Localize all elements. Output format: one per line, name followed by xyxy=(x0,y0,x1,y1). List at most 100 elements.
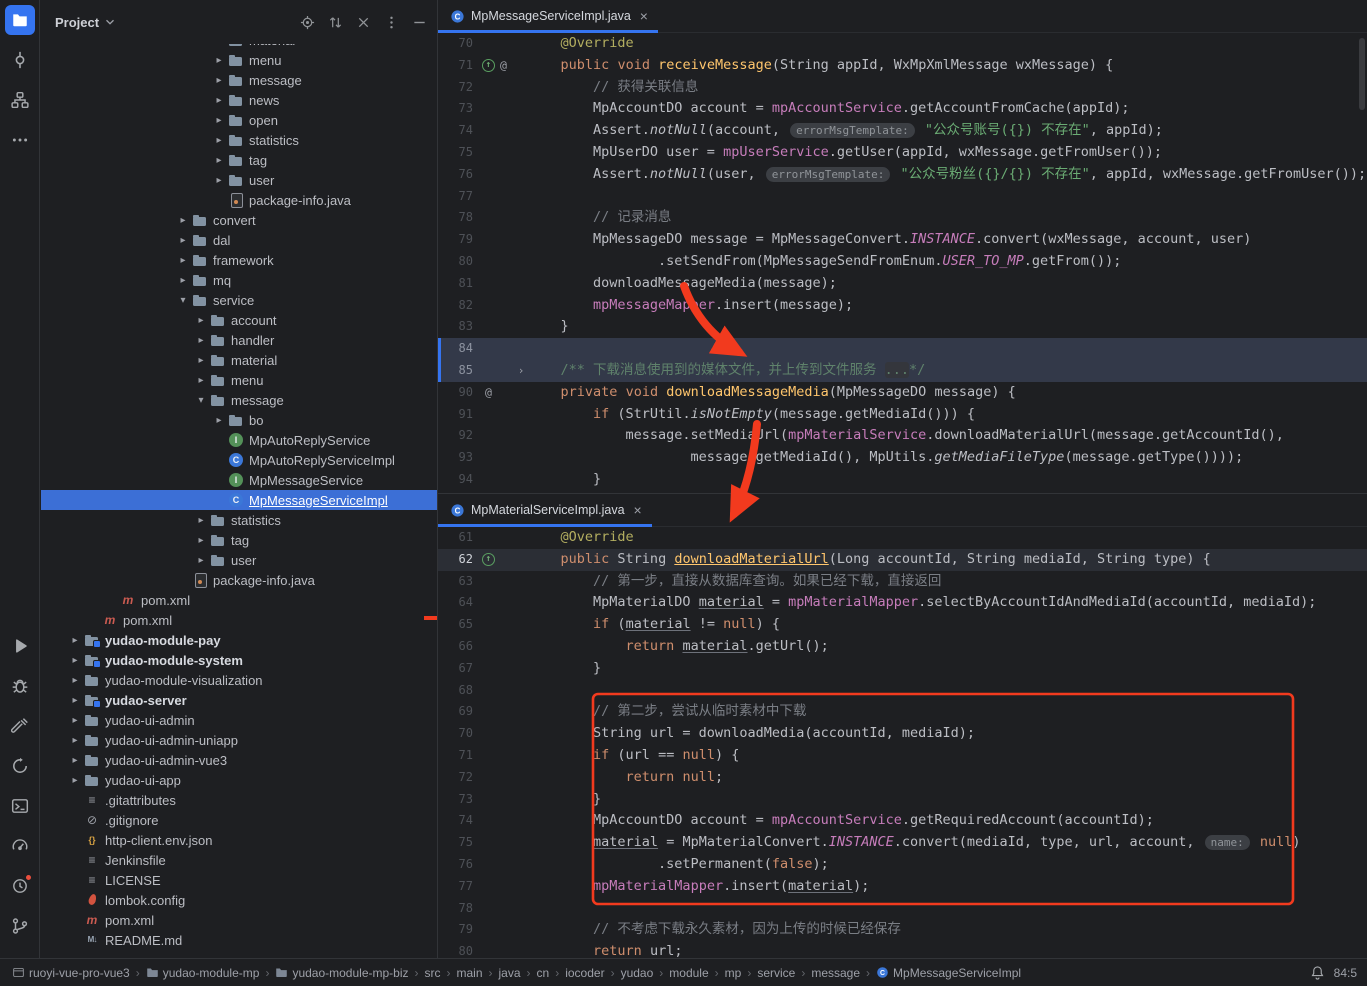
code-text[interactable]: if (url == null) { xyxy=(528,745,1367,767)
code-text[interactable]: if (StrUtil.isNotEmpty(message.getMediaI… xyxy=(528,404,1367,426)
tree-item[interactable]: ⊘.gitignore xyxy=(41,810,437,830)
chevron-right-icon[interactable]: ▸ xyxy=(211,415,227,426)
notifications-icon[interactable] xyxy=(1310,965,1325,980)
code-text[interactable]: // 第一步，直接从数据库查询。如果已经下载，直接返回 xyxy=(528,571,1367,593)
code-text[interactable]: return url; xyxy=(528,941,1367,958)
git-tool-button[interactable] xyxy=(5,911,35,941)
tree-item[interactable]: ▸convert xyxy=(41,210,437,230)
breadcrumb-item[interactable]: iocoder xyxy=(565,966,604,980)
close-icon[interactable]: × xyxy=(634,502,642,518)
tree-item[interactable]: ▸tag xyxy=(41,530,437,550)
chevron-right-icon[interactable]: ▸ xyxy=(211,75,227,86)
code-text[interactable]: } xyxy=(528,789,1367,811)
chevron-right-icon[interactable]: ▸ xyxy=(211,155,227,166)
chevron-right-icon[interactable]: ▸ xyxy=(211,55,227,66)
tree-item[interactable]: M↓README.md xyxy=(41,930,437,950)
tree-item[interactable]: ▸mq xyxy=(41,270,437,290)
tree-item[interactable]: ▸yudao-module-visualization xyxy=(41,670,437,690)
chevron-down-icon[interactable]: ▾ xyxy=(193,395,209,406)
tree-item[interactable]: ▸yudao-ui-app xyxy=(41,770,437,790)
tree-item[interactable]: ▸yudao-server xyxy=(41,690,437,710)
chevron-right-icon[interactable]: ▸ xyxy=(193,535,209,546)
overriding-method-icon[interactable]: ↑ xyxy=(482,553,495,566)
panel-title[interactable]: Project xyxy=(55,15,99,30)
tree-item[interactable]: CMpMessageServiceImpl xyxy=(41,490,437,510)
close-icon[interactable]: × xyxy=(640,8,648,24)
chevron-right-icon[interactable]: ▸ xyxy=(175,255,191,266)
locate-file-button[interactable] xyxy=(300,15,315,30)
profiler-tool-button[interactable] xyxy=(5,831,35,861)
chevron-right-icon[interactable]: ▸ xyxy=(193,555,209,566)
chevron-right-icon[interactable]: ▸ xyxy=(67,775,83,786)
chevron-right-icon[interactable]: ▸ xyxy=(193,515,209,526)
editor-tab[interactable]: CMpMessageServiceImpl.java× xyxy=(438,0,658,32)
breadcrumb-item[interactable]: yudao xyxy=(621,966,654,980)
code-text[interactable]: } xyxy=(528,658,1367,680)
tree-item[interactable]: lombok.config xyxy=(41,890,437,910)
code-text[interactable]: // 不考虑下载永久素材，因为上传的时候已经保存 xyxy=(528,919,1367,941)
code-text[interactable]: public String downloadMaterialUrl(Long a… xyxy=(528,549,1367,571)
breadcrumb-item[interactable]: module xyxy=(669,966,708,980)
chevron-right-icon[interactable]: ▸ xyxy=(211,135,227,146)
chevron-right-icon[interactable]: ▸ xyxy=(67,655,83,666)
tree-item[interactable]: mpom.xml xyxy=(41,610,437,630)
tree-item[interactable]: ▸user xyxy=(41,170,437,190)
tree-item[interactable]: ▸tag xyxy=(41,150,437,170)
code-text[interactable]: MpUserDO user = mpUserService.getUser(ap… xyxy=(528,142,1367,164)
tree-item[interactable]: ▸framework xyxy=(41,250,437,270)
code-text[interactable]: } xyxy=(528,469,1367,491)
tree-item[interactable]: ≡.gitattributes xyxy=(41,790,437,810)
breadcrumb-item[interactable]: ruoyi-vue-pro-vue3 xyxy=(12,966,130,980)
code-text[interactable]: @Override xyxy=(528,527,1367,549)
run-tool-button[interactable] xyxy=(5,631,35,661)
code-text[interactable]: .setSendFrom(MpMessageSendFromEnum.USER_… xyxy=(528,251,1367,273)
hide-panel-button[interactable] xyxy=(412,15,427,30)
breadcrumb-item[interactable]: CMpMessageServiceImpl xyxy=(876,966,1021,980)
breadcrumb-item[interactable]: java xyxy=(499,966,521,980)
collapse-all-button[interactable] xyxy=(356,15,371,30)
commit-tool-button[interactable] xyxy=(5,45,35,75)
chevron-right-icon[interactable]: ▸ xyxy=(175,215,191,226)
tree-item[interactable]: ≡LICENSE xyxy=(41,870,437,890)
code-text[interactable]: return null; xyxy=(528,767,1367,789)
chevron-right-icon[interactable]: ▸ xyxy=(193,355,209,366)
chevron-right-icon[interactable]: ▸ xyxy=(193,335,209,346)
code-text[interactable]: public void receiveMessage(String appId,… xyxy=(528,55,1367,77)
tree-item[interactable]: package-info.java xyxy=(41,570,437,590)
notifications-tool-button[interactable] xyxy=(5,871,35,901)
tree-item[interactable]: ▸yudao-ui-admin-vue3 xyxy=(41,750,437,770)
chevron-right-icon[interactable]: ▸ xyxy=(193,375,209,386)
scrollbar-thumb[interactable] xyxy=(1359,38,1365,110)
tree-item[interactable]: ▸statistics xyxy=(41,130,437,150)
code-text[interactable]: message.setMediaUrl(mpMaterialService.do… xyxy=(528,425,1367,447)
chevron-right-icon[interactable]: ▸ xyxy=(211,175,227,186)
code-text[interactable]: String url = downloadMedia(accountId, me… xyxy=(528,723,1367,745)
code-text[interactable]: // 第二步，尝试从临时素材中下载 xyxy=(528,701,1367,723)
code-text[interactable]: private void downloadMessageMedia(MpMess… xyxy=(528,382,1367,404)
code-text[interactable]: // 获得关联信息 xyxy=(528,77,1367,99)
tree-item[interactable]: package-info.java xyxy=(41,190,437,210)
tree-item[interactable]: ▸bo xyxy=(41,410,437,430)
options-button[interactable] xyxy=(384,15,399,30)
code-text[interactable]: message.getMediaId(), MpUtils.getMediaFi… xyxy=(528,447,1367,469)
tree-item[interactable]: ▸open xyxy=(41,110,437,130)
tree-item[interactable]: ▸account xyxy=(41,310,437,330)
tree-item[interactable]: ▸yudao-ui-admin-uniapp xyxy=(41,730,437,750)
chevron-right-icon[interactable]: ▸ xyxy=(175,235,191,246)
chevron-down-icon[interactable]: ▾ xyxy=(175,295,191,306)
chevron-right-icon[interactable]: ▸ xyxy=(67,735,83,746)
services-tool-button[interactable] xyxy=(5,751,35,781)
chevron-right-icon[interactable]: ▸ xyxy=(67,635,83,646)
code-text[interactable]: if (material != null) { xyxy=(528,614,1367,636)
chevron-right-icon[interactable]: ▸ xyxy=(67,695,83,706)
code-text[interactable]: material = MpMaterialConvert.INSTANCE.co… xyxy=(528,832,1367,854)
tree-item[interactable]: ▸yudao-ui-admin xyxy=(41,710,437,730)
breadcrumb-item[interactable]: src xyxy=(425,966,441,980)
tree-item[interactable]: ▸message xyxy=(41,70,437,90)
tree-item[interactable]: mpom.xml xyxy=(41,910,437,930)
chevron-right-icon[interactable]: ▸ xyxy=(67,675,83,686)
breadcrumb-item[interactable]: yudao-module-mp-biz xyxy=(275,966,408,980)
chevron-right-icon[interactable]: ▸ xyxy=(211,115,227,126)
chevron-right-icon[interactable]: ▸ xyxy=(67,755,83,766)
breadcrumb-item[interactable]: cn xyxy=(537,966,550,980)
